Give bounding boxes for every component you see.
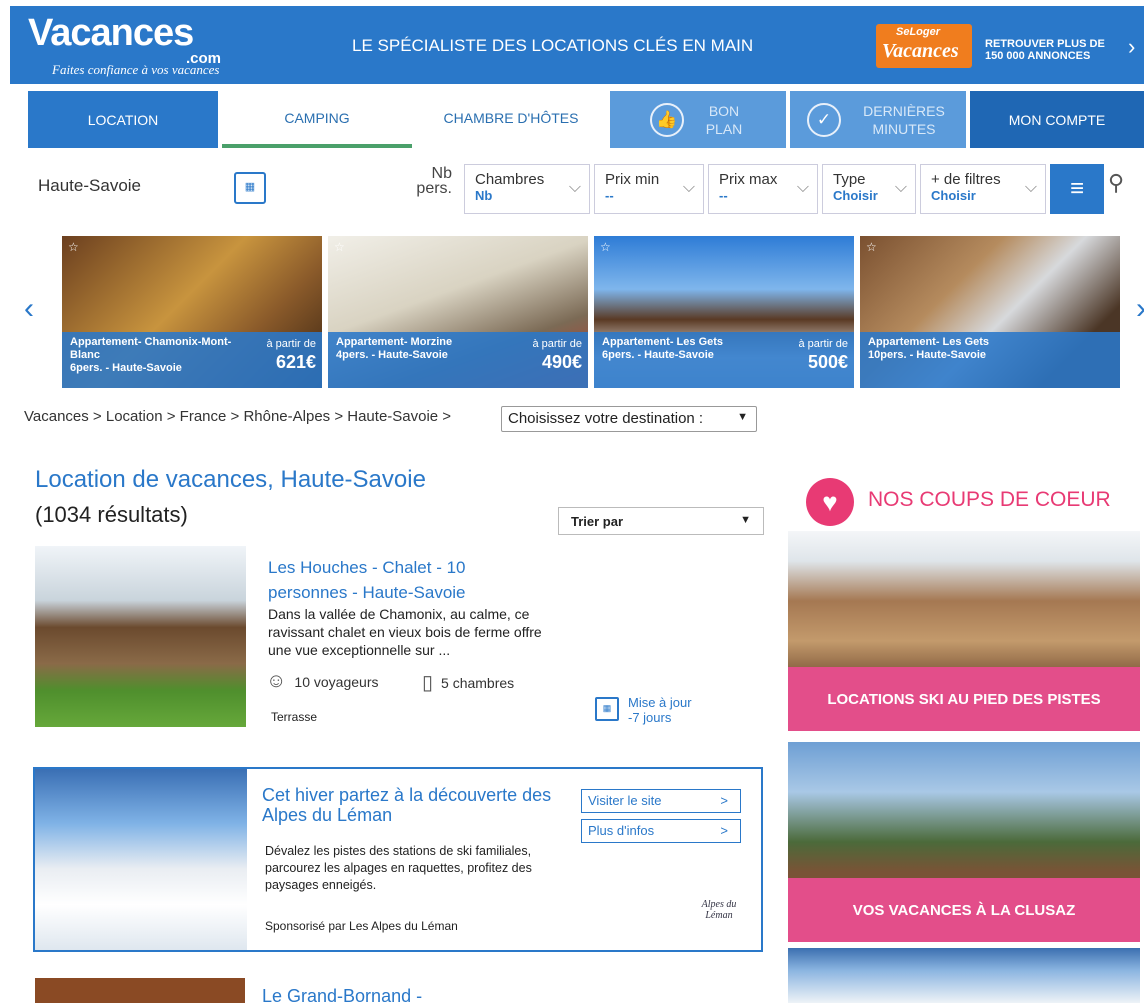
seloger-big: Vacances <box>882 40 959 62</box>
sponsor-credit: Sponsorisé par Les Alpes du Léman <box>265 919 458 933</box>
tab-bon-plan[interactable]: 👍 BON PLAN <box>610 91 786 148</box>
list-view-button[interactable]: ≡ <box>1050 164 1104 214</box>
calendar-icon: ▦ <box>595 697 619 721</box>
chevron-down-icon: ⌵ <box>1024 179 1037 196</box>
site-header: Vacances .com Faites confiance à vos vac… <box>10 6 1144 84</box>
tab-location[interactable]: LOCATION <box>28 91 218 148</box>
alpes-leman-logo: Alpes du Léman <box>701 899 737 921</box>
sort-select[interactable]: Trier par ▼ <box>558 507 764 535</box>
dropdown-arrow-icon: ▼ <box>737 411 748 423</box>
seloger-small: SeLoger <box>896 26 941 38</box>
chevron-right-icon[interactable]: › <box>1128 34 1135 60</box>
filter-prix-min[interactable]: Prix min -- ⌵ <box>594 164 704 214</box>
chevron-right-icon: > <box>720 793 728 808</box>
filter-prix-max[interactable]: Prix max -- ⌵ <box>708 164 818 214</box>
filter-more[interactable]: + de filtres Choisir ⌵ <box>920 164 1046 214</box>
chevron-down-icon: ⌵ <box>682 179 695 196</box>
logo-text: Vacances <box>28 12 194 54</box>
listing-title[interactable]: Le Grand-Bornand - <box>262 986 422 1007</box>
promo-label: LOCATIONS SKI AU PIED DES PISTES <box>788 667 1140 731</box>
listing-description: Dans la vallée de Chamonix, au calme, ce… <box>268 606 542 658</box>
page-title: Location de vacances, Haute-Savoie <box>35 466 426 493</box>
card-info: Appartement- Les Gets 6pers. - Haute-Savo… <box>594 332 854 388</box>
filter-type[interactable]: Type Choisir ⌵ <box>822 164 916 214</box>
tab-mon-compte[interactable]: MON COMPTE <box>970 91 1144 148</box>
tagline: Faites confiance à vos vacances <box>52 62 220 77</box>
promo-third[interactable] <box>788 948 1140 1003</box>
more-info-button[interactable]: Plus d'infos > <box>581 819 741 843</box>
star-icon[interactable]: ☆ <box>600 240 611 254</box>
promo-la-clusaz[interactable]: VOS VACANCES À LA CLUSAZ <box>788 742 1140 942</box>
promo-label: VOS VACANCES À LA CLUSAZ <box>788 878 1140 942</box>
listing-image[interactable] <box>35 546 246 727</box>
sponsor-description: Dévalez les pistes des stations de ski f… <box>265 844 532 892</box>
partner-link[interactable]: RETROUVER PLUS DE 150 000 ANNONCES <box>985 38 1120 62</box>
filter-chambres[interactable]: Chambres Nb ⌵ <box>464 164 590 214</box>
carousel-next-arrow[interactable]: › <box>1136 292 1144 326</box>
star-icon[interactable]: ☆ <box>334 240 345 254</box>
destination-select[interactable]: Choisissez votre destination : ▼ <box>501 406 757 432</box>
door-icon: ▯ <box>422 672 434 694</box>
nb-pers-field[interactable]: Nb pers. <box>410 166 452 197</box>
listing-update: Mise à jour -7 jours <box>628 695 692 725</box>
carousel-card[interactable]: ☆ Appartement- Les Gets 6pers. - Haute-Sa… <box>594 236 854 388</box>
chevron-right-icon: > <box>720 823 728 838</box>
results-count: (1034 résultats) <box>35 502 188 527</box>
card-info: Appartement- Les Gets 10pers. - Haute-Sav… <box>860 332 1120 388</box>
tab-chambre-hotes[interactable]: CHAMBRE D'HÔTES <box>416 91 606 148</box>
tab-camping[interactable]: CAMPING <box>222 91 412 148</box>
calendar-icon[interactable]: ▦ <box>234 172 266 204</box>
map-pin-icon[interactable]: ⚲ <box>1108 170 1124 196</box>
carousel-card[interactable]: ☆ Appartement- Morzine 4pers. - Haute-Sav… <box>328 236 588 388</box>
listing-image[interactable] <box>35 978 245 1003</box>
check-circle-icon: ✓ <box>807 102 841 137</box>
listing-bedrooms: ▯ 5 chambres <box>422 672 515 694</box>
dropdown-arrow-icon: ▼ <box>740 514 751 526</box>
listing-feature: Terrasse <box>271 710 318 724</box>
card-info: Appartement- Chamonix-Mont-Blanc 6pers. -… <box>62 332 322 388</box>
visit-site-button[interactable]: Visiter le site > <box>581 789 741 813</box>
breadcrumb[interactable]: Vacances > Location > France > Rhône-Alp… <box>24 408 451 425</box>
listing-travelers: ☺ 10 voyageurs <box>266 670 379 692</box>
chevron-down-icon: ⌵ <box>568 179 581 196</box>
star-icon[interactable]: ☆ <box>866 240 877 254</box>
site-logo[interactable]: Vacances .com <box>28 12 221 67</box>
sponsor-image[interactable] <box>35 769 247 950</box>
people-icon: ☺ <box>266 670 287 692</box>
promo-ski-pied-pistes[interactable]: LOCATIONS SKI AU PIED DES PISTES <box>788 531 1140 731</box>
chevron-down-icon: ⌵ <box>894 179 907 196</box>
destination-input[interactable]: Haute-Savoie <box>38 176 141 196</box>
header-slogan: LE SPÉCIALISTE DES LOCATIONS CLÉS EN MAI… <box>352 36 754 55</box>
sponsor-title[interactable]: Cet hiver partez à la découverte des Alp… <box>262 785 562 825</box>
tab-dernieres-minutes[interactable]: ✓ DERNIÈRES MINUTES <box>790 91 966 148</box>
thumbs-up-icon: 👍 <box>650 102 684 137</box>
carousel-card[interactable]: ☆ Appartement- Les Gets 10pers. - Haute-S… <box>860 236 1120 388</box>
card-info: Appartement- Morzine 4pers. - Haute-Savoi… <box>328 332 588 388</box>
star-icon[interactable]: ☆ <box>68 240 79 254</box>
chevron-down-icon: ⌵ <box>796 179 809 196</box>
heart-icon: ♥ <box>806 478 854 526</box>
seloger-vacances-logo[interactable]: SeLoger Vacances <box>876 24 972 68</box>
sponsored-block: Cet hiver partez à la découverte des Alp… <box>33 767 763 952</box>
menu-icon: ≡ <box>1069 175 1084 202</box>
carousel-prev-arrow[interactable]: ‹ <box>24 292 34 326</box>
carousel-card[interactable]: ☆ Appartement- Chamonix-Mont-Blanc 6pers.… <box>62 236 322 388</box>
sidebar-heading: NOS COUPS DE COEUR <box>868 488 1111 511</box>
listing-title[interactable]: Les Houches - Chalet - 10 personnes - Ha… <box>268 555 538 605</box>
